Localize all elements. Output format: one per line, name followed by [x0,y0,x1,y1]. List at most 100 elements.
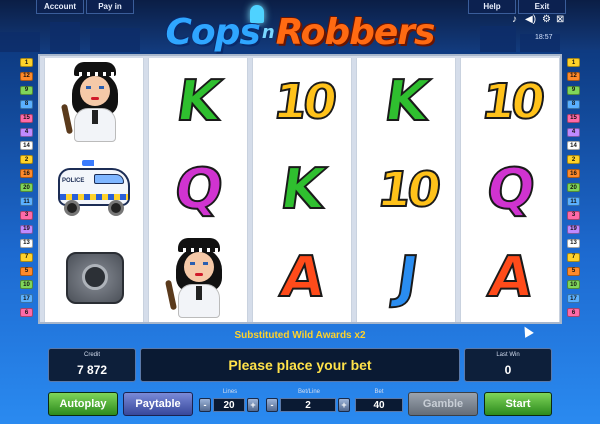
status-message: Please place your bet [140,348,460,382]
line-marker[interactable]: 16 [20,169,33,179]
reel-cell [45,234,145,322]
reel-cell: Q [461,146,561,234]
logo-n: n [261,21,275,43]
reel-cell: 10 [461,58,561,146]
reel-cell: 10 [357,146,457,234]
line-marker[interactable]: 9 [20,85,33,95]
line-marker[interactable]: 7 [567,252,580,262]
line-marker[interactable]: 7 [20,252,33,262]
lines-label: Lines [222,389,238,395]
line-marker[interactable]: 20 [567,183,580,193]
exit-button[interactable]: Exit [518,0,566,14]
line-marker[interactable]: 17 [20,294,33,304]
line-marker[interactable]: 3 [567,210,580,220]
line-marker[interactable]: 12 [567,71,580,81]
line-marker[interactable]: 2 [567,155,580,165]
reel-2: KQ [148,58,248,322]
reel-frame: POLICE KQ 10 K A K 10 J 10 Q A [38,54,562,324]
line-marker[interactable]: 8 [20,99,33,109]
symbol-k: K [380,68,435,135]
line-marker[interactable]: 14 [567,141,580,151]
reel-4: K 10 J [356,58,456,322]
line-marker[interactable]: 19 [567,224,580,234]
reel-cell: K [253,146,353,234]
line-marker[interactable]: 4 [567,127,580,137]
lines-decrease-button[interactable]: - [199,398,211,412]
paytable-button[interactable]: Paytable [123,392,193,416]
line-marker[interactable]: 19 [20,224,33,234]
symbol-q: Q [482,156,541,223]
cop-symbol [60,60,130,144]
reel-cell: 10 [253,58,353,146]
line-marker[interactable]: 1 [20,58,33,67]
reel-cell: K [149,58,249,146]
reel-cell [45,58,145,146]
line-marker[interactable]: 10 [20,280,33,290]
line-marker[interactable]: 10 [567,280,580,290]
settings-icon[interactable]: ⚙ [542,14,551,25]
line-marker[interactable]: 6 [567,308,580,318]
last-win-value: 0 [504,363,512,377]
line-marker[interactable]: 9 [567,85,580,95]
cop-symbol [164,236,234,320]
line-marker[interactable]: 5 [20,266,33,276]
safe-symbol [60,246,130,310]
line-marker[interactable]: 20 [20,183,33,193]
line-marker[interactable]: 14 [20,141,33,151]
gamble-button[interactable]: Gamble [408,392,478,416]
symbol-j: J [391,244,423,311]
line-marker[interactable]: 5 [567,266,580,276]
bet-line-label: Bet/Line [297,389,321,395]
symbol-k: K [172,68,227,135]
lines-value: 20 [213,398,245,412]
win-message: Substituted Wild Awards x2 [234,330,366,341]
credit-label: Credit [83,352,100,358]
line-marker[interactable]: 17 [567,294,580,304]
reel-cell: POLICE [45,146,145,234]
autoplay-button[interactable]: Autoplay [48,392,118,416]
line-marker[interactable]: 13 [567,238,580,248]
lines-increase-button[interactable]: + [247,398,259,412]
music-note-icon[interactable]: ♪ [512,14,517,25]
bet-label: Bet [374,389,384,395]
line-marker[interactable]: 16 [567,169,580,179]
start-button[interactable]: Start [484,392,552,416]
symbol-a: A [276,244,330,311]
bet-line-increase-button[interactable]: + [338,398,350,412]
account-button[interactable]: Account [36,0,84,14]
game-logo: Cops n Robbers [115,10,485,54]
symbol-10: 10 [477,73,546,131]
reel-cell: J [357,234,457,322]
fullscreen-icon[interactable]: ⊠ [556,14,564,25]
line-marker[interactable]: 3 [20,210,33,220]
line-marker[interactable]: 15 [20,113,33,123]
reel-5: 10 Q A [460,58,560,322]
line-marker[interactable]: 11 [567,197,580,206]
reel-cell: A [253,234,353,322]
line-marker[interactable]: 8 [567,99,580,109]
line-marker[interactable]: 13 [20,238,33,248]
reel-cell: K [357,58,457,146]
logo-cops: Cops [165,11,261,53]
line-marker[interactable]: 2 [20,155,33,165]
reel-3: 10 K A [252,58,352,322]
reel-cell: Q [149,146,249,234]
symbol-k: K [276,156,331,223]
symbol-a: A [484,244,538,311]
bet-line-value: 2 [280,398,336,412]
line-marker[interactable]: 4 [20,127,33,137]
reel-1: POLICE [44,58,144,322]
last-win-label: Last Win [496,352,520,358]
last-win-panel: Last Win 0 [464,348,552,382]
line-marker[interactable]: 6 [20,308,33,318]
logo-robbers: Robbers [275,11,436,53]
line-marker[interactable]: 15 [567,113,580,123]
bet-line-decrease-button[interactable]: - [266,398,278,412]
speaker-icon[interactable]: ◀) [525,14,536,25]
credit-panel: Credit 7 872 [48,348,136,382]
symbol-10: 10 [269,73,338,131]
line-marker[interactable]: 1 [567,58,580,67]
line-marker[interactable]: 12 [20,71,33,81]
line-marker[interactable]: 11 [20,197,33,206]
reel-cell: A [461,234,561,322]
